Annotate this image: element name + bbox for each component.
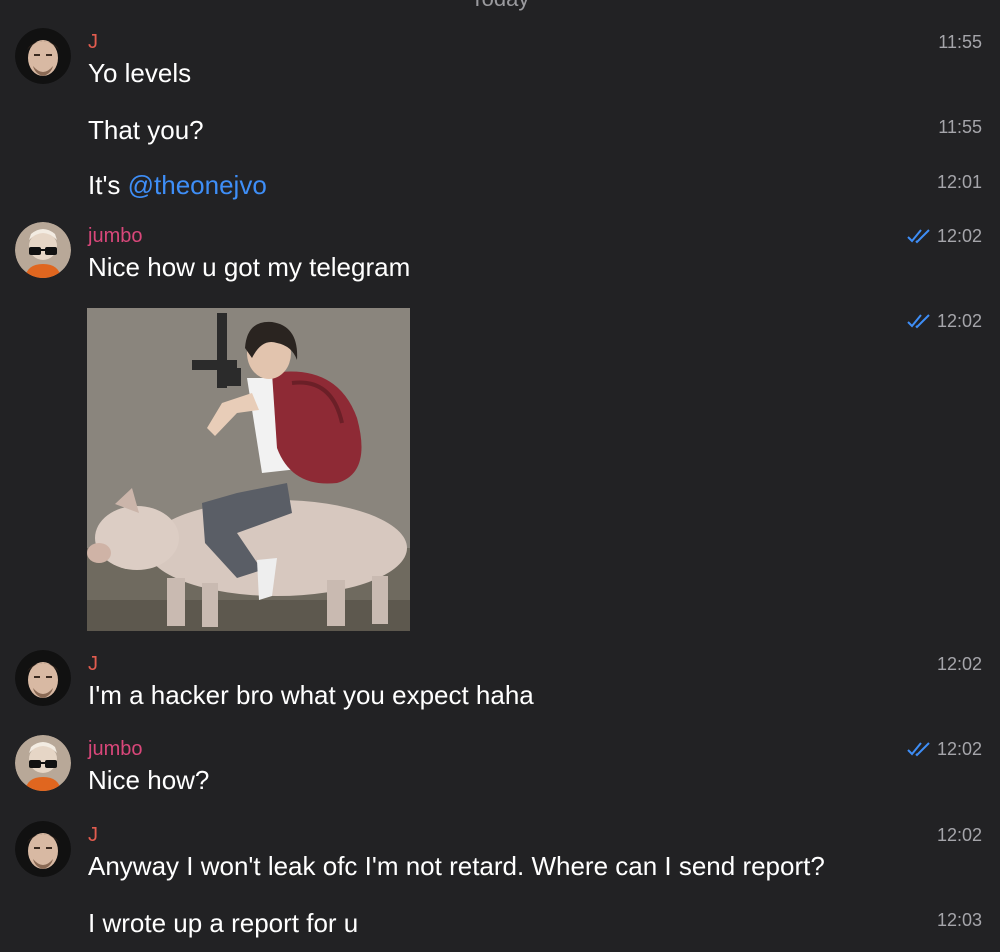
- message-text: Nice how?: [88, 765, 210, 795]
- message-time: 11:55: [938, 31, 982, 53]
- read-check-icon: [907, 314, 930, 329]
- date-separator: Today: [0, 0, 1000, 12]
- message-text: Nice how u got my telegram: [88, 252, 411, 282]
- message-time: 12:02: [907, 310, 982, 332]
- chat-view[interactable]: Today J Yo levels 11:55 That you? 11:55 …: [0, 0, 1000, 952]
- message-time-text: 12:02: [936, 825, 982, 845]
- avatar-j-image: [15, 821, 71, 877]
- message-text: I wrote up a report for u: [88, 908, 359, 938]
- avatar-j-image: [15, 650, 71, 706]
- message-time-text: 12:02: [936, 226, 982, 246]
- message-text: Anyway I won't leak ofc I'm not retard. …: [88, 851, 825, 881]
- message-time-text: 12:01: [936, 172, 982, 192]
- message-time-text: 12:02: [936, 739, 982, 759]
- photo-message[interactable]: [87, 308, 410, 631]
- avatar-jumbo-image: [15, 222, 71, 278]
- avatar-j-image: [15, 28, 71, 84]
- message-time: 12:01: [937, 171, 982, 193]
- sender-name[interactable]: J: [88, 824, 98, 846]
- avatar-jumbo[interactable]: [15, 735, 71, 791]
- avatar-j[interactable]: [15, 821, 71, 877]
- message-time-text: 12:03: [936, 910, 982, 930]
- message-time-text: 12:02: [936, 311, 982, 331]
- message-text-prefix: It's: [88, 170, 128, 200]
- message-time-text: 12:02: [936, 654, 982, 674]
- sender-name[interactable]: J: [88, 31, 98, 53]
- message-text: It's @theonejvo: [88, 169, 267, 201]
- avatar-j[interactable]: [15, 28, 71, 84]
- message-text: Yo levels: [88, 58, 192, 88]
- message-time: 12:03: [937, 909, 982, 931]
- photo-person-riding-pig-with-gun: [87, 308, 410, 631]
- message-time-text: 11:55: [938, 32, 982, 52]
- message-text: That you?: [88, 115, 204, 145]
- sender-name[interactable]: J: [88, 653, 98, 675]
- message-time: 12:02: [937, 824, 982, 846]
- avatar-j[interactable]: [15, 650, 71, 706]
- message-time: 12:02: [907, 225, 982, 247]
- message-time: 12:02: [937, 653, 982, 675]
- message-time-text: 11:55: [938, 117, 982, 137]
- avatar-jumbo-image: [15, 735, 71, 791]
- read-check-icon: [907, 229, 930, 244]
- mention-link[interactable]: @theonejvo: [128, 170, 267, 200]
- sender-name[interactable]: jumbo: [88, 738, 142, 760]
- sender-name[interactable]: jumbo: [88, 225, 142, 247]
- avatar-jumbo[interactable]: [15, 222, 71, 278]
- message-time: 12:02: [907, 738, 982, 760]
- read-check-icon: [907, 742, 930, 757]
- message-time: 11:55: [938, 116, 982, 138]
- message-text: I'm a hacker bro what you expect haha: [88, 680, 534, 710]
